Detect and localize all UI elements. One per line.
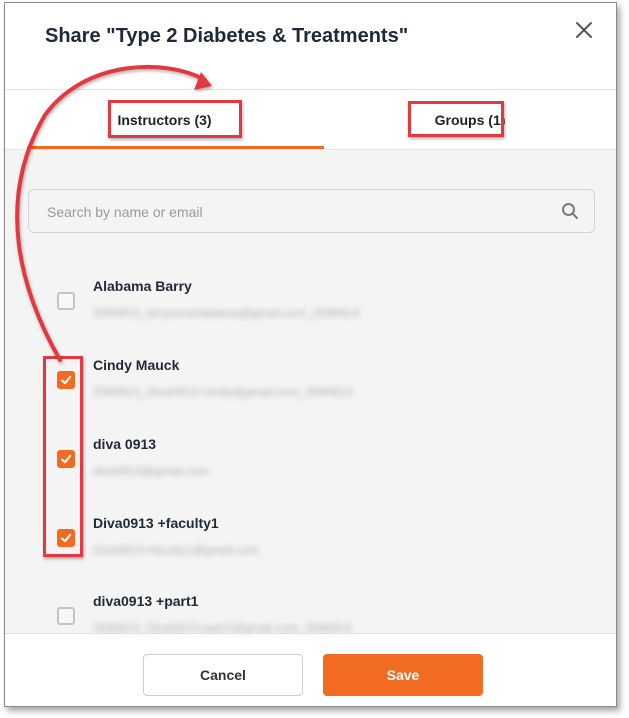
person-email: 2590813_Diva0913+cindy@gmail.com_2590813: [93, 385, 353, 399]
person-name: Diva0913 +faculty1: [93, 515, 219, 531]
annotation-box-instructors-tab: [108, 100, 242, 138]
checkbox-unchecked[interactable]: [57, 292, 75, 310]
search-input[interactable]: [45, 190, 549, 234]
dialog-title: Share "Type 2 Diabetes & Treatments": [45, 25, 409, 47]
search-icon[interactable]: [561, 202, 579, 220]
person-name: Cindy Mauck: [93, 357, 180, 373]
list-item[interactable]: Alabama Barry 2590813_terrysmanlabama@gm…: [5, 265, 616, 343]
header-divider: [5, 89, 616, 90]
list-item[interactable]: diva0913 +part1 2590813_Diva0913+part1@g…: [5, 581, 616, 659]
person-name: Alabama Barry: [93, 278, 192, 294]
list-item[interactable]: Diva0913 +faculty1 Diva0913+faculty1@gma…: [5, 502, 616, 580]
checkbox-unchecked[interactable]: [57, 607, 75, 625]
list-item[interactable]: Cindy Mauck 2590813_Diva0913+cindy@gmail…: [5, 344, 616, 422]
save-button[interactable]: Save: [323, 654, 483, 696]
person-name: diva 0913: [93, 436, 157, 452]
footer-divider: [5, 633, 616, 634]
person-email: diva0913@gmail.com: [93, 464, 209, 478]
share-dialog: Share "Type 2 Diabetes & Treatments" Ins…: [4, 2, 617, 707]
person-email: Diva0913+faculty1@gmail.com: [93, 543, 259, 557]
person-name: diva0913 +part1: [93, 593, 199, 609]
search-box: [28, 189, 595, 234]
cancel-button[interactable]: Cancel: [143, 654, 303, 696]
close-icon: [576, 22, 592, 38]
annotation-box-groups-tab: [408, 101, 504, 137]
close-button[interactable]: [572, 18, 596, 42]
person-email: 2590813_terrysmanlabama@gmail.com_259081…: [93, 306, 360, 320]
annotation-box-checkboxes: [43, 356, 83, 557]
list-item[interactable]: diva 0913 diva0913@gmail.com: [5, 423, 616, 501]
